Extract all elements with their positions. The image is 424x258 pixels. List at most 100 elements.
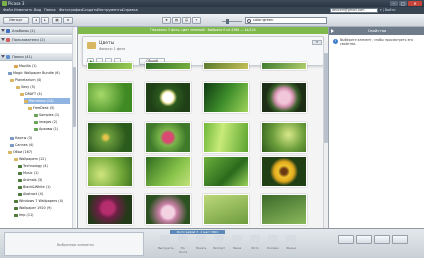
maximize-button[interactable]: □ [399, 1, 407, 6]
folder-item[interactable]: Samples (1) [34, 112, 59, 118]
star-icon: ★ [164, 18, 169, 22]
date-filter-thumb[interactable] [226, 19, 229, 24]
folder-item[interactable]: Обои (167) [8, 149, 32, 155]
folder-item[interactable]: Animals (3) [18, 177, 42, 183]
folder-item[interactable]: Архивы (1) [34, 126, 58, 132]
export-button[interactable]: Экспорт [212, 233, 226, 255]
folder-item[interactable]: Technology (4) [18, 163, 48, 169]
account-links[interactable]: ▾ | Выйти [380, 8, 395, 12]
filter-star-button[interactable]: ★ [162, 17, 171, 24]
menu-view[interactable]: Вид [34, 8, 41, 13]
tags-button[interactable] [374, 235, 390, 244]
search-input[interactable]: color:green [245, 17, 327, 24]
section-albums[interactable]: Альбомы (2) [0, 27, 76, 35]
photo-thumbnail[interactable] [87, 194, 133, 225]
view-timeline-button[interactable]: ≡ [63, 17, 73, 24]
photo-thumbnail[interactable] [87, 62, 133, 70]
photo-thumbnail[interactable] [261, 82, 307, 113]
minimize-button[interactable]: – [390, 1, 398, 6]
forward-button[interactable]: ▸ [41, 17, 49, 24]
back-button[interactable]: ◂ [32, 17, 40, 24]
photo-thumbnail[interactable] [203, 62, 249, 70]
folder-item[interactable]: Music (1) [18, 170, 39, 176]
folder-item[interactable]: Mozilla (1) [14, 63, 37, 69]
action-label: Выгрузить [158, 246, 174, 250]
folder-item[interactable]: Карты (3) [10, 135, 32, 141]
photo-thumbnail[interactable] [261, 156, 307, 187]
photo-thumbnail[interactable] [145, 122, 191, 153]
scrollbar-thumb[interactable] [73, 67, 76, 127]
photo-button[interactable]: Фото [248, 233, 262, 255]
panel-close-button[interactable]: ✕ [312, 40, 322, 45]
folder-icon [20, 92, 24, 96]
folder-label: Music (1) [23, 171, 39, 175]
photo-thumbnail[interactable] [87, 122, 133, 153]
menu-help[interactable]: Справка [122, 8, 138, 13]
folder-item[interactable]: Imp (11) [14, 212, 34, 218]
folder-item[interactable]: DRAFT (4) [20, 91, 42, 97]
folder-label: Black&White (1) [23, 185, 51, 189]
selection-tray[interactable]: Выбранные элементы [4, 232, 144, 256]
upload-button[interactable]: Выгрузить [158, 233, 174, 255]
menu-photo[interactable]: Фотография [59, 8, 83, 13]
import-button[interactable]: Импорт [3, 17, 29, 24]
people-tag-button[interactable] [338, 235, 354, 244]
date-filter-slider[interactable] [222, 21, 242, 22]
email-icon [178, 235, 188, 245]
section-people[interactable]: Пользователи (2) [0, 36, 76, 44]
forward-arrow-icon: ▸ [44, 18, 46, 22]
folder-item-selected[interactable]: Растения (14) [24, 98, 70, 104]
photo-thumbnail[interactable] [203, 82, 249, 113]
photo-thumbnail[interactable] [261, 194, 307, 225]
filter-video-button[interactable]: ▤ [172, 17, 181, 24]
geotag-button[interactable] [356, 235, 372, 244]
photo-thumbnail[interactable] [87, 82, 133, 113]
comments-button[interactable] [392, 235, 408, 244]
menu-edit[interactable]: Изменить [14, 8, 32, 13]
folder-item[interactable]: Abstract (4) [18, 191, 43, 197]
photo-thumbnail[interactable] [203, 122, 249, 153]
folder-item[interactable]: Windows 7 Wallpapers (4) [14, 198, 63, 204]
grid-icon: ▦ [55, 18, 59, 22]
section-people-label: Пользователи (2) [12, 38, 45, 42]
close-button[interactable]: ✕ [408, 1, 422, 6]
photo-thumbnail[interactable] [261, 62, 307, 70]
filter-face-button[interactable]: ☺ [182, 17, 191, 24]
photo-thumbnail[interactable] [203, 194, 249, 225]
selection-tray-label: Выбранные элементы [57, 243, 94, 247]
folder-pane: Альбомы (2) Пользователи (2) Папки (41) … [0, 27, 78, 228]
menu-tools[interactable]: Инструменты [97, 8, 123, 13]
filter-geo-button[interactable]: ⌖ [192, 17, 201, 24]
folder-item[interactable]: Cannes (4) [10, 142, 33, 148]
photo-thumbnail[interactable] [261, 122, 307, 153]
collage-create-button[interactable]: Коллаж [266, 233, 280, 255]
photo-thumbnail[interactable] [145, 62, 191, 70]
collapse-arrow-icon[interactable] [331, 29, 334, 33]
print-button[interactable]: Печать [194, 233, 208, 255]
toolbar: Импорт ◂ ▸ ▦ ≡ ★ ▤ ☺ ⌖ color:green [0, 14, 424, 27]
folder-item[interactable]: Wallpapers (12) [14, 156, 46, 162]
folder-item[interactable]: FreeDesk (5) [28, 105, 55, 111]
folder-item[interactable]: Sexy (5) [16, 84, 35, 90]
movie-create-button[interactable]: Фильм [284, 233, 298, 255]
email-button[interactable]: Эл. почта [176, 233, 190, 255]
folder-label: Архивы (1) [39, 127, 59, 131]
section-folders[interactable]: Папки (41) [0, 53, 76, 61]
photo-thumbnail[interactable] [145, 156, 191, 187]
folder-item[interactable]: Magic Wallpaper Bundle (6) [8, 70, 60, 76]
photo-thumbnail[interactable] [145, 194, 191, 225]
photo-thumbnail[interactable] [203, 156, 249, 187]
folder-item[interactable]: images (2) [34, 119, 57, 125]
photo-thumbnail[interactable] [145, 82, 191, 113]
view-library-button[interactable]: ▦ [52, 17, 62, 24]
menu-file[interactable]: Файл [3, 8, 13, 13]
folder-item[interactable]: Wallpaper 1920 (9) [14, 205, 52, 211]
menu-folder[interactable]: Папка [44, 8, 56, 13]
folder-item[interactable]: Black&White (1) [18, 184, 51, 190]
folder-pane-scrollbar[interactable] [72, 27, 76, 228]
menu-create[interactable]: Создать [82, 8, 98, 13]
folder-item[interactable]: Planetarium (4) [10, 77, 41, 83]
account-email[interactable]: devcom@gmail.com [330, 8, 378, 13]
order-button[interactable]: Заказ [230, 233, 244, 255]
photo-thumbnail[interactable] [87, 156, 133, 187]
